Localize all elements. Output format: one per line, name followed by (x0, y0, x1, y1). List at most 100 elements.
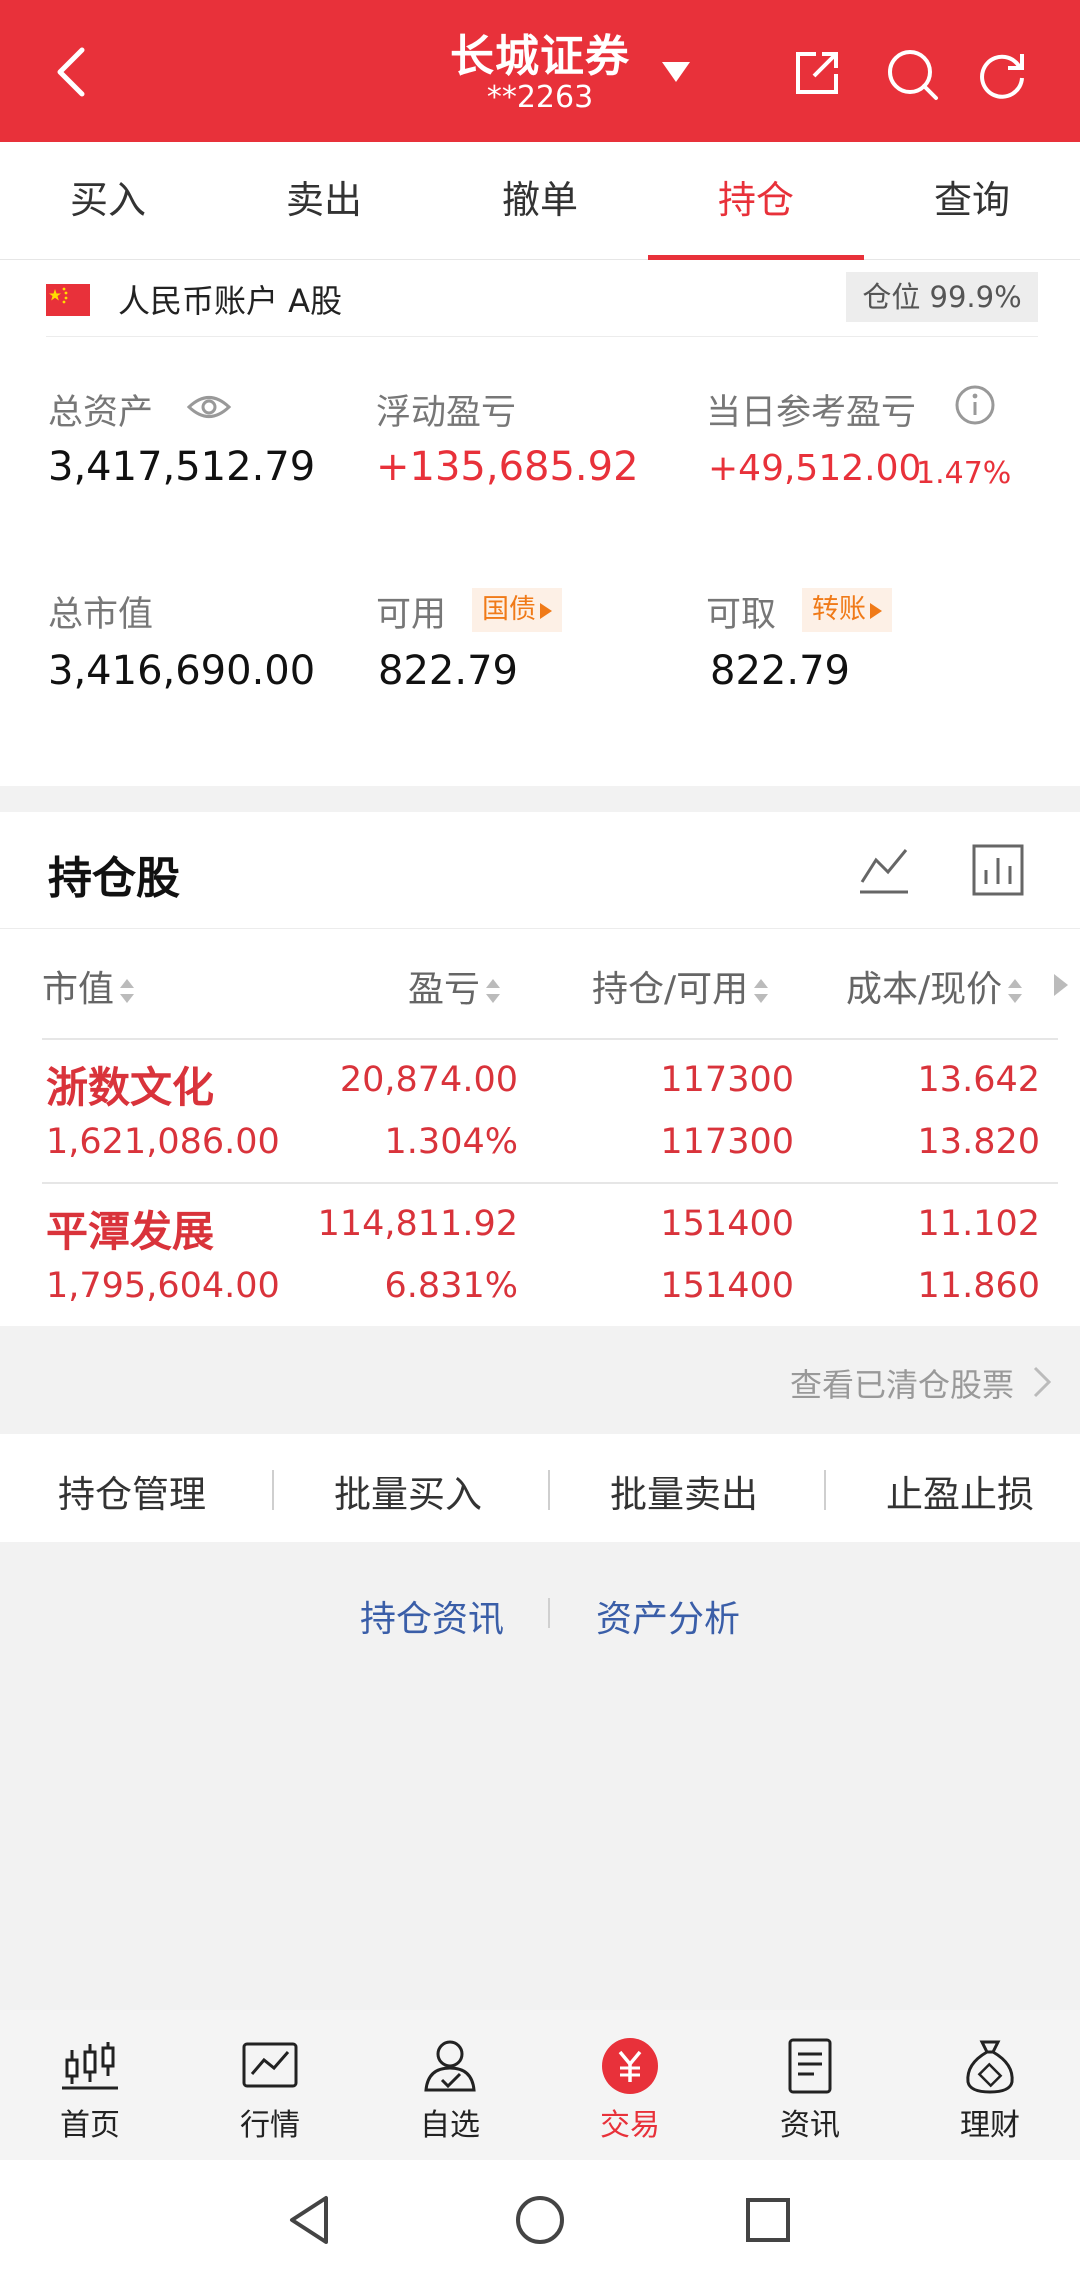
nav-trade[interactable]: 交易 (540, 2010, 720, 2160)
transfer-tag-button[interactable]: 转账 (802, 588, 892, 632)
col-cost-price[interactable]: 成本/现价 (846, 960, 1024, 1012)
nav-label: 资讯 (780, 2108, 840, 2143)
line-chart-icon[interactable] (856, 842, 912, 898)
nav-label: 自选 (420, 2108, 480, 2143)
tab-buy[interactable]: 买入 (0, 142, 216, 260)
col-position-available[interactable]: 持仓/可用 (592, 960, 770, 1012)
stock-name: 浙数文化 (46, 1063, 215, 1112)
bottom-nav: 首页 行情 自选 交易 资讯 理财 (0, 2010, 1080, 2160)
sort-icon (754, 979, 769, 1003)
money-bag-icon (966, 2040, 1014, 2094)
daily-pl-percent: 1.47% (916, 456, 1012, 491)
account-type-label: 人民币账户 A股 (118, 282, 343, 320)
available-value: 822.79 (378, 648, 518, 694)
market-value-value: 3,416,690.00 (48, 648, 316, 694)
divider (42, 1038, 1058, 1040)
col-market-value-label: 市值 (42, 969, 115, 1010)
document-icon (788, 2038, 832, 2094)
floating-pl-value: +135,685.92 (376, 444, 639, 490)
scroll-right-icon[interactable] (1050, 970, 1070, 1000)
market-chart-icon (242, 2042, 298, 2088)
triangle-right-icon (870, 602, 882, 619)
tab-cancel-order[interactable]: 撤单 (432, 142, 648, 260)
stock-pl-percent: 1.304% (384, 1122, 518, 1162)
account-summary: 人民币账户 A股 仓位 99.9% 总资产 3,417,512.79 浮动盈亏 … (0, 260, 1080, 786)
position-actions-bar: 持仓管理 批量买入 批量卖出 止盈止损 (0, 1434, 1080, 1542)
nav-wealth[interactable]: 理财 (900, 2010, 1080, 2160)
sort-icon (1008, 979, 1023, 1003)
eye-icon[interactable] (186, 390, 232, 424)
position-news-link[interactable]: 持仓资讯 (360, 1590, 504, 1642)
nav-label: 交易 (600, 2108, 660, 2143)
stock-available: 151400 (660, 1266, 794, 1306)
nav-watchlist[interactable]: 自选 (360, 2010, 540, 2160)
available-label: 可用 (376, 595, 447, 635)
stock-pl-percent: 6.831% (384, 1266, 518, 1306)
divider (548, 1470, 550, 1510)
account-dropdown-icon[interactable] (660, 60, 692, 84)
stock-name: 平潭发展 (46, 1207, 215, 1256)
take-profit-stop-loss-button[interactable]: 止盈止损 (886, 1464, 1034, 1518)
holdings-section: 持仓股 市值 盈亏 持仓/可用 成本/现价 浙数文化 1,621,086.00 … (0, 812, 1080, 1326)
daily-pl-value: +49,512.00 (708, 448, 922, 489)
divider (42, 1182, 1058, 1184)
user-check-icon (424, 2040, 476, 2092)
system-recents-icon[interactable] (738, 2190, 798, 2250)
system-back-icon[interactable] (282, 2190, 342, 2250)
bond-tag-label: 国债 (482, 594, 536, 625)
col-cost-label: 成本/现价 (846, 969, 1003, 1010)
chevron-right-icon (1033, 1366, 1052, 1398)
sort-icon (120, 979, 135, 1003)
nav-label: 行情 (240, 2108, 300, 2143)
trade-tabs: 买入 卖出 撤单 持仓 查询 (0, 142, 1080, 260)
nav-label: 理财 (960, 2108, 1020, 2143)
col-position-label: 持仓/可用 (592, 969, 749, 1010)
divider (548, 1598, 550, 1628)
nav-news[interactable]: 资讯 (720, 2010, 900, 2160)
yuan-coin-icon (602, 2038, 658, 2094)
stock-available: 117300 (660, 1122, 794, 1162)
divider (46, 336, 1038, 337)
stock-position: 117300 (660, 1060, 794, 1100)
tab-query[interactable]: 查询 (864, 142, 1080, 260)
china-flag-icon (46, 284, 90, 316)
batch-buy-button[interactable]: 批量买入 (334, 1464, 482, 1518)
col-market-value[interactable]: 市值 (42, 960, 136, 1012)
nav-market[interactable]: 行情 (180, 2010, 360, 2160)
asset-analysis-link[interactable]: 资产分析 (596, 1590, 740, 1642)
search-icon[interactable] (882, 44, 942, 104)
nav-label: 首页 (60, 2108, 120, 2143)
share-icon[interactable] (786, 44, 846, 104)
stock-market-value: 1,795,604.00 (46, 1266, 280, 1306)
manage-positions-button[interactable]: 持仓管理 (58, 1464, 206, 1518)
total-assets-label: 总资产 (48, 393, 154, 433)
info-icon[interactable] (954, 384, 996, 426)
holdings-title: 持仓股 (48, 853, 180, 904)
system-home-icon[interactable] (510, 2190, 570, 2250)
withdrawable-value: 822.79 (710, 648, 850, 694)
stock-market-value: 1,621,086.00 (46, 1122, 280, 1162)
col-profit-loss[interactable]: 盈亏 (408, 960, 502, 1012)
floating-pl-label: 浮动盈亏 (376, 393, 517, 433)
triangle-right-icon (540, 602, 552, 619)
stock-position: 151400 (660, 1204, 794, 1244)
info-links: 持仓资讯 资产分析 (0, 1580, 1080, 1650)
refresh-icon[interactable] (972, 44, 1032, 104)
cleared-stocks-link[interactable]: 查看已清仓股票 (0, 1326, 1080, 1434)
stock-pl: 114,811.92 (317, 1204, 518, 1244)
bond-tag-button[interactable]: 国债 (472, 588, 562, 632)
sort-icon (486, 979, 501, 1003)
stock-price: 13.820 (917, 1122, 1040, 1162)
nav-home[interactable]: 首页 (0, 2010, 180, 2160)
tab-sell[interactable]: 卖出 (216, 142, 432, 260)
transfer-tag-label: 转账 (812, 594, 866, 625)
total-assets-value: 3,417,512.79 (48, 444, 316, 490)
tab-positions[interactable]: 持仓 (648, 142, 864, 260)
market-value-label: 总市值 (48, 595, 154, 635)
divider (0, 928, 1080, 929)
batch-sell-button[interactable]: 批量卖出 (610, 1464, 758, 1518)
bar-chart-icon[interactable] (970, 842, 1026, 898)
divider (824, 1470, 826, 1510)
withdrawable-label: 可取 (706, 595, 777, 635)
daily-pl-label: 当日参考盈亏 (706, 393, 917, 433)
